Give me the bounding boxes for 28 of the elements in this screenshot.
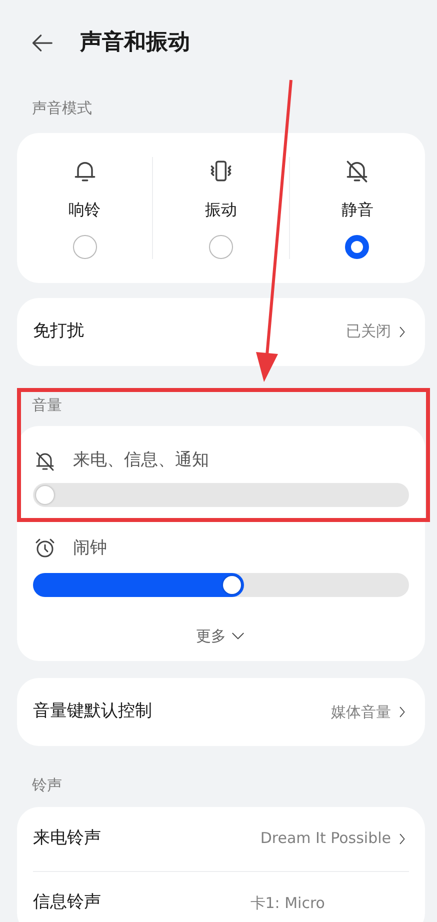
row-value: Dream It Possible xyxy=(260,828,391,850)
more-button[interactable]: 更多 xyxy=(196,625,246,648)
mode-label: 振动 xyxy=(204,198,237,220)
row-value: 已关闭 xyxy=(346,321,391,342)
slider-label: 来电、信息、通知 xyxy=(73,449,209,472)
slider-track[interactable] xyxy=(33,482,409,506)
settings-row[interactable]: 来电铃声 Dream It Possible xyxy=(33,806,409,870)
row-value: 卡1: Micro xyxy=(250,892,325,914)
settings-row[interactable]: 音量键默认控制 媒体音量 xyxy=(17,678,425,746)
row-label: 信息铃声 xyxy=(33,891,101,914)
radio-button[interactable] xyxy=(345,234,370,258)
section-label: 音量 xyxy=(31,394,63,416)
slider-thumb[interactable] xyxy=(36,486,54,504)
row-value: 媒体音量 xyxy=(331,702,391,723)
settings-row[interactable]: 免打扰 已关闭 xyxy=(17,298,425,366)
section-label: 铃声 xyxy=(31,775,63,796)
section-label: 声音模式 xyxy=(31,98,93,119)
row-label: 免打扰 xyxy=(33,320,84,343)
row-label: 音量键默认控制 xyxy=(33,700,152,724)
radio-button[interactable] xyxy=(208,234,233,258)
radio-button[interactable] xyxy=(72,234,97,258)
settings-row[interactable]: 信息铃声 卡1: Micro xyxy=(33,870,409,922)
mode-label: 静音 xyxy=(341,198,374,220)
slider-track[interactable] xyxy=(33,573,409,597)
row-label: 来电铃声 xyxy=(33,826,101,850)
mode-label: 响铃 xyxy=(68,198,101,220)
slider-label: 闹钟 xyxy=(73,536,107,560)
page-title: 声音和振动 xyxy=(80,28,190,57)
